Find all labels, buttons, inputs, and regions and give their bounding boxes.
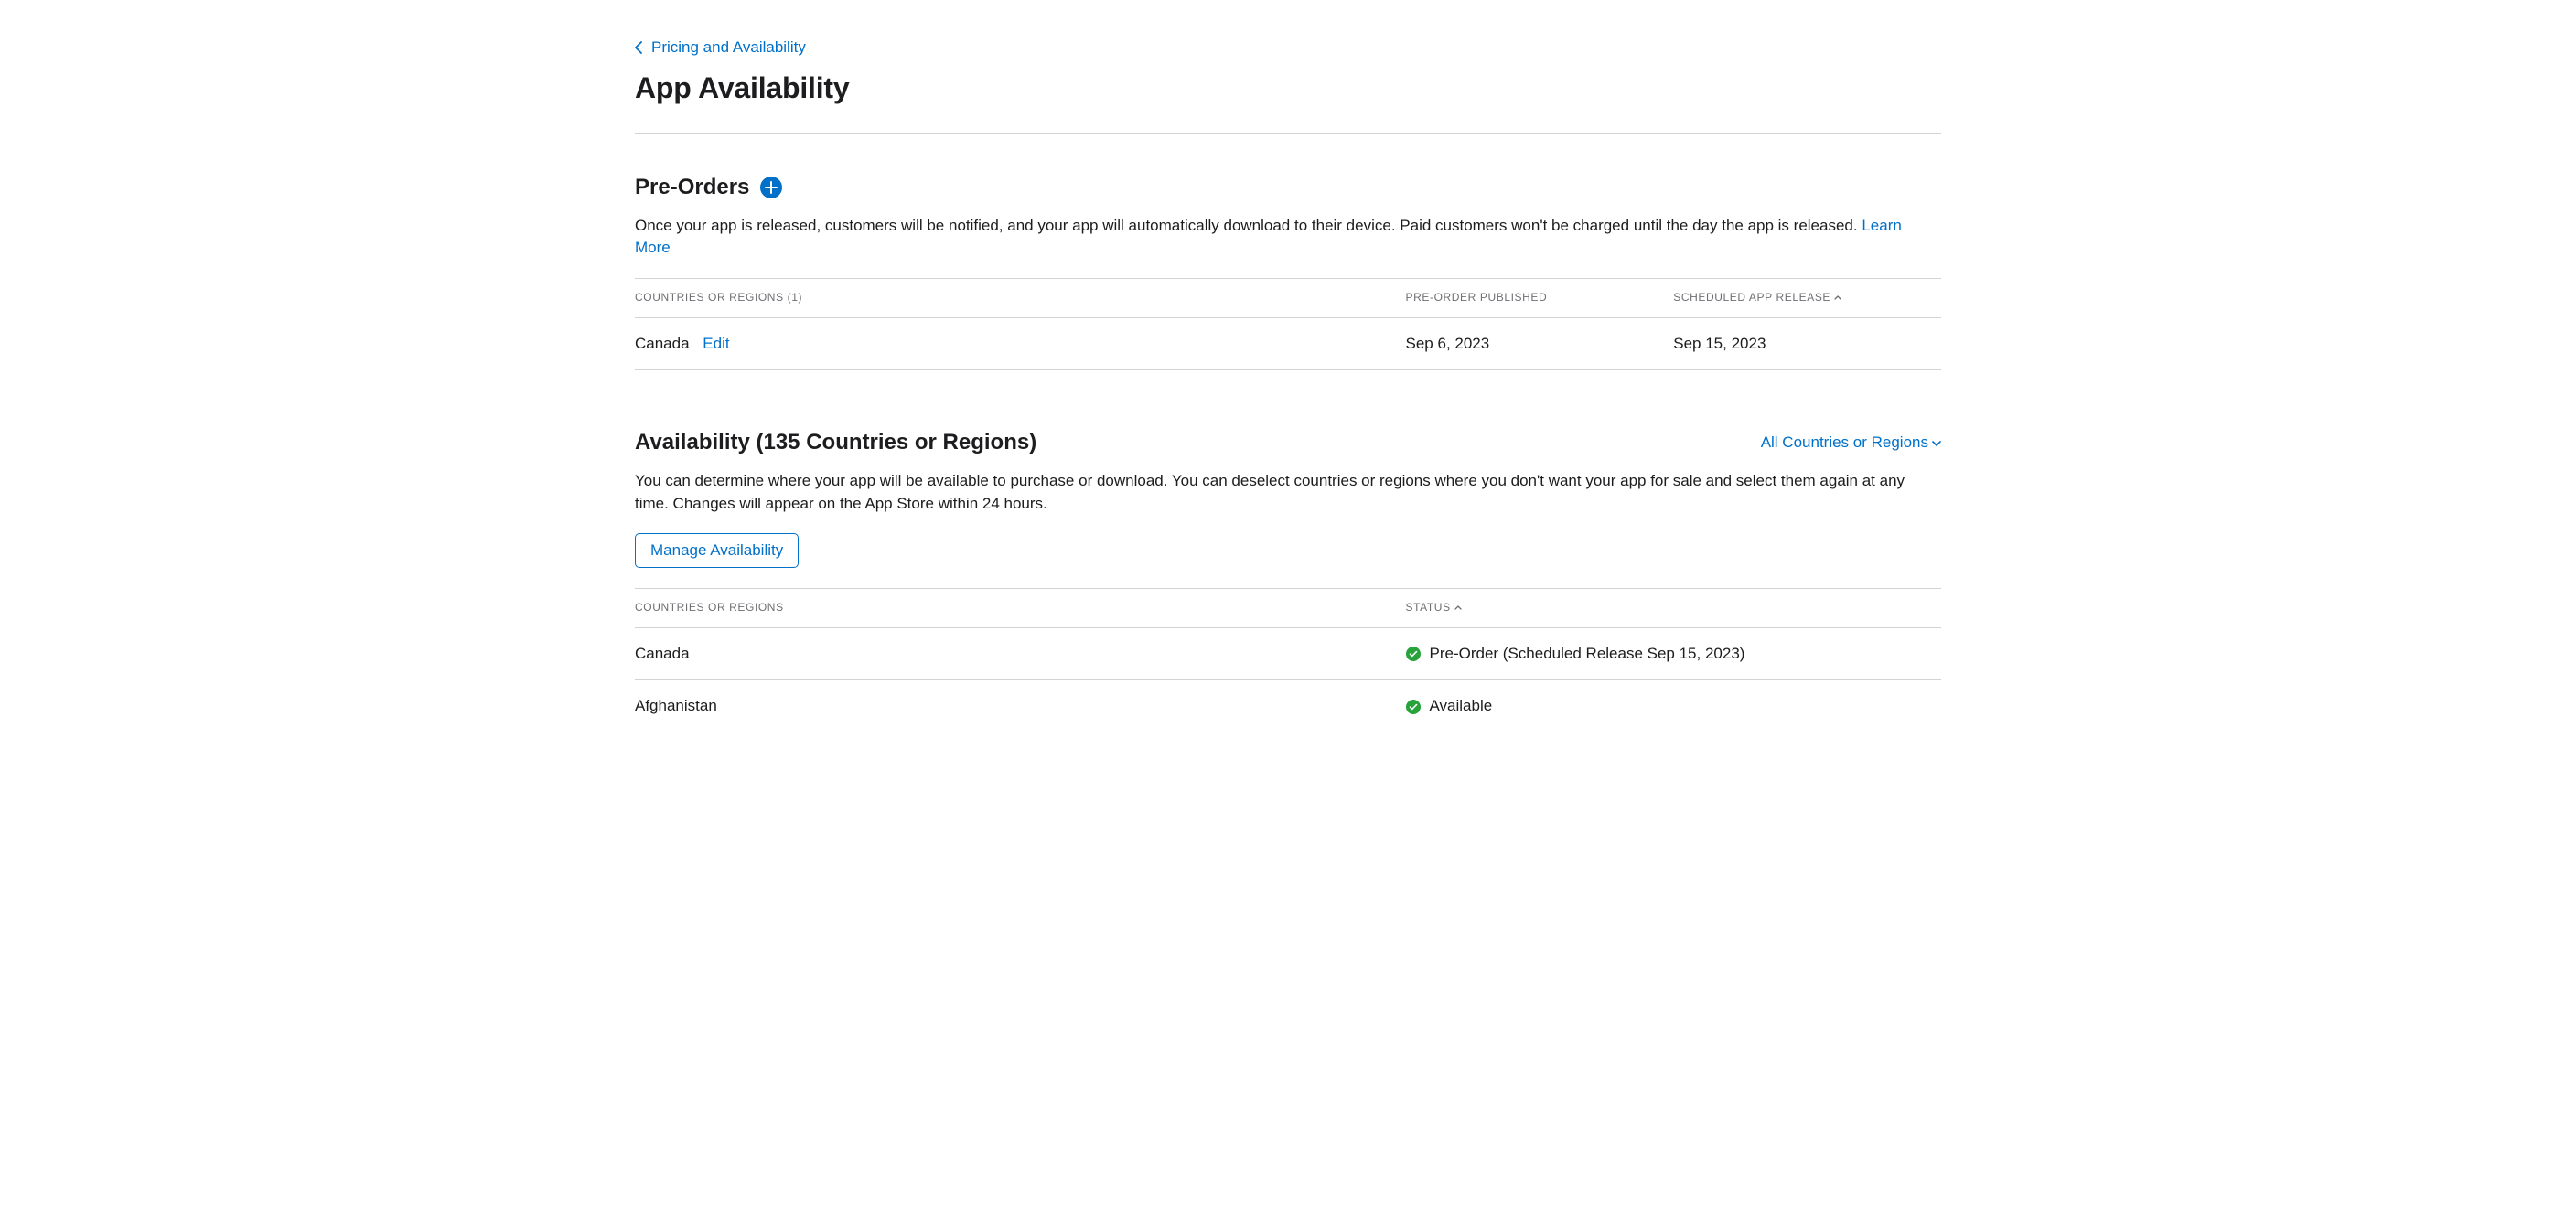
col-header-countries-2: Countries or Regions [635, 589, 1406, 627]
table-row: Canada Edit Sep 6, 2023 Sep 15, 2023 [635, 317, 1941, 370]
preorders-helptext: Once your app is released, customers wil… [635, 215, 1941, 260]
status-text: Pre-Order (Scheduled Release Sep 15, 202… [1430, 643, 1745, 666]
status-text: Available [1430, 695, 1493, 718]
preorders-table: Countries or Regions (1) Pre-Order Publi… [635, 278, 1941, 370]
table-row: Canada Pre-Order (Scheduled Release Sep … [635, 627, 1941, 680]
region-filter-dropdown[interactable]: All Countries or Regions [1761, 432, 1941, 455]
preorders-heading: Pre-Orders [635, 172, 749, 204]
manage-availability-button[interactable]: Manage Availability [635, 533, 799, 568]
release-date: Sep 15, 2023 [1673, 317, 1941, 370]
checkmark-circle-icon [1406, 700, 1421, 714]
col-header-status[interactable]: Status [1406, 589, 1941, 627]
availability-heading: Availability (135 Countries or Regions) [635, 427, 1036, 459]
table-row: Afghanistan Available [635, 680, 1941, 733]
edit-preorder-link[interactable]: Edit [703, 335, 729, 352]
availability-helptext: You can determine where your app will be… [635, 470, 1941, 515]
country-name: Canada [635, 335, 690, 352]
availability-section: Availability (135 Countries or Regions) … [635, 370, 1941, 733]
published-date: Sep 6, 2023 [1406, 317, 1674, 370]
checkmark-circle-icon [1406, 647, 1421, 661]
country-name: Canada [635, 627, 1406, 680]
page-title: App Availability [635, 67, 1941, 109]
chevron-down-icon [1932, 432, 1941, 455]
chevron-left-icon [635, 41, 642, 54]
availability-table: Countries or Regions Status Canada Pre- [635, 588, 1941, 733]
country-name: Afghanistan [635, 680, 1406, 733]
preorders-section: Pre-Orders Once your app is released, cu… [635, 134, 1941, 370]
breadcrumb[interactable]: Pricing and Availability [635, 37, 1941, 59]
col-header-countries: Countries or Regions (1) [635, 279, 1406, 317]
col-header-release[interactable]: Scheduled App Release [1673, 279, 1941, 317]
col-header-published: Pre-Order Published [1406, 279, 1674, 317]
sort-asc-icon [1454, 600, 1462, 613]
sort-asc-icon [1834, 290, 1841, 303]
plus-icon [765, 181, 778, 194]
add-preorder-button[interactable] [760, 177, 782, 198]
breadcrumb-link[interactable]: Pricing and Availability [651, 37, 806, 59]
